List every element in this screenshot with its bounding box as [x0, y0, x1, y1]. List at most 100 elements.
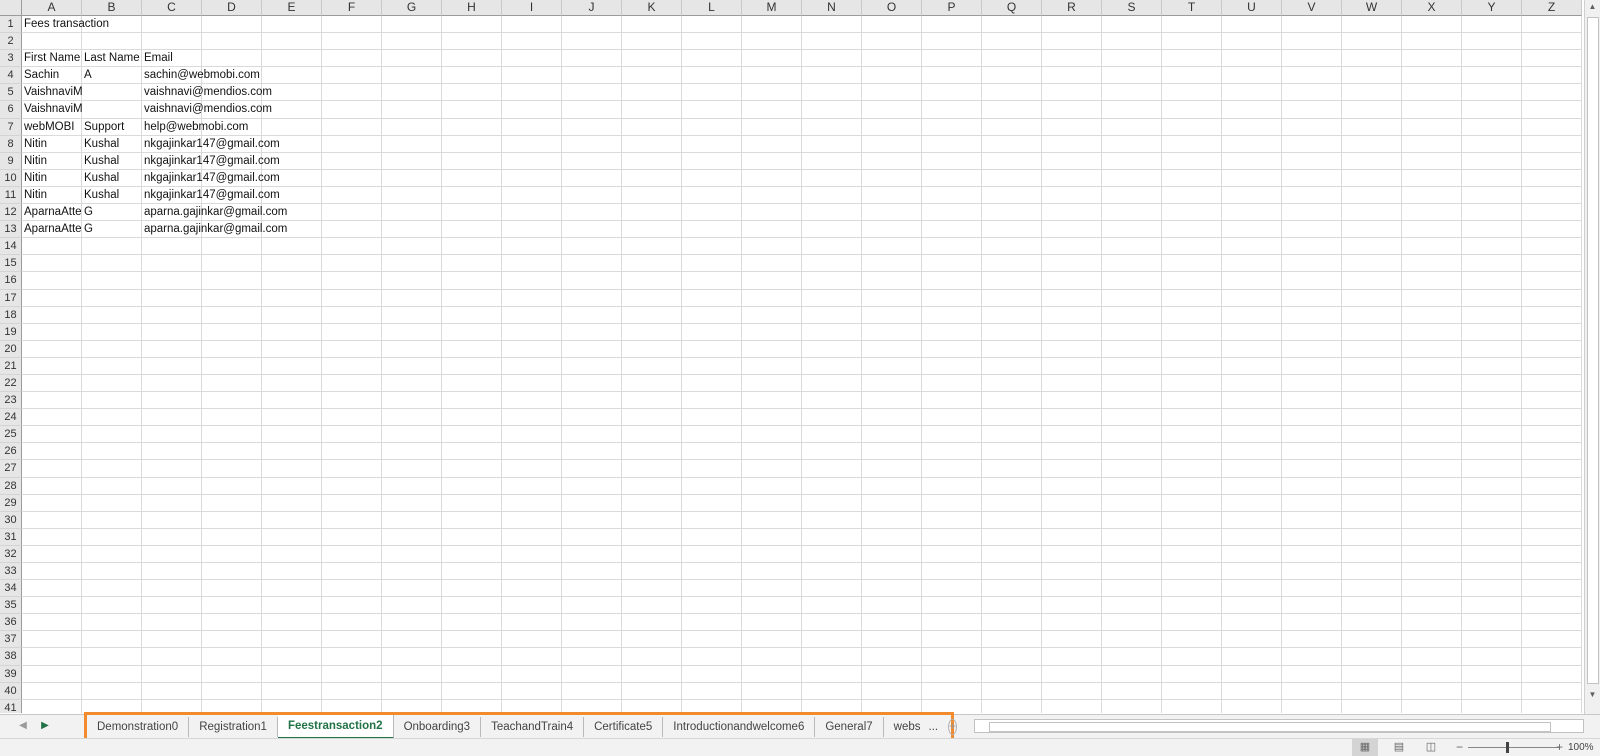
cell-z33[interactable]: [1522, 563, 1582, 581]
cell-f40[interactable]: [322, 682, 382, 700]
cell-f34[interactable]: [322, 580, 382, 598]
cell-a18[interactable]: [22, 306, 82, 324]
cell-q29[interactable]: [982, 494, 1042, 512]
cell-h10[interactable]: [442, 169, 502, 187]
cell-a2[interactable]: [22, 33, 82, 51]
cell-k31[interactable]: [622, 528, 682, 546]
cell-v25[interactable]: [1282, 426, 1342, 444]
cell-m11[interactable]: [742, 186, 802, 205]
cell-a1[interactable]: Fees transaction: [22, 16, 109, 34]
cell-n9[interactable]: [802, 152, 862, 170]
cell-j21[interactable]: [562, 357, 622, 375]
cell-l29[interactable]: [682, 494, 742, 512]
cell-i24[interactable]: [502, 409, 562, 427]
cell-a26[interactable]: [22, 443, 82, 461]
column-header-k[interactable]: K: [622, 0, 682, 16]
cell-s41[interactable]: [1102, 699, 1162, 713]
cell-g25[interactable]: [382, 426, 442, 444]
cell-x5[interactable]: [1402, 84, 1462, 102]
cell-w41[interactable]: [1342, 699, 1402, 713]
cell-r40[interactable]: [1042, 682, 1102, 700]
cell-d20[interactable]: [202, 340, 262, 358]
cell-p12[interactable]: [922, 204, 982, 222]
cell-o30[interactable]: [862, 511, 922, 529]
cell-d34[interactable]: [202, 580, 262, 598]
cell-k16[interactable]: [622, 272, 682, 290]
cell-d18[interactable]: [202, 306, 262, 324]
cell-n31[interactable]: [802, 528, 862, 546]
cell-r16[interactable]: [1042, 272, 1102, 290]
row-header-35[interactable]: 35: [0, 597, 22, 615]
cell-m3[interactable]: [742, 50, 802, 68]
cell-g37[interactable]: [382, 631, 442, 649]
cell-f36[interactable]: [322, 614, 382, 632]
cell-p19[interactable]: [922, 323, 982, 341]
cell-k1[interactable]: [622, 16, 682, 34]
cell-w29[interactable]: [1342, 494, 1402, 512]
cell-f32[interactable]: [322, 545, 382, 563]
cell-x29[interactable]: [1402, 494, 1462, 512]
cell-g35[interactable]: [382, 597, 442, 615]
cell-p11[interactable]: [922, 186, 982, 205]
cell-r2[interactable]: [1042, 33, 1102, 51]
cell-j26[interactable]: [562, 443, 622, 461]
cell-s24[interactable]: [1102, 409, 1162, 427]
cell-t24[interactable]: [1162, 409, 1222, 427]
cell-k26[interactable]: [622, 443, 682, 461]
cell-k39[interactable]: [622, 665, 682, 683]
cell-d26[interactable]: [202, 443, 262, 461]
cell-d17[interactable]: [202, 289, 262, 307]
cell-f35[interactable]: [322, 597, 382, 615]
cell-f38[interactable]: [322, 648, 382, 666]
cell-m2[interactable]: [742, 33, 802, 51]
cell-k11[interactable]: [622, 186, 682, 205]
cell-f9[interactable]: [322, 152, 382, 170]
cell-t14[interactable]: [1162, 238, 1222, 256]
cell-h27[interactable]: [442, 460, 502, 478]
cell-y29[interactable]: [1462, 494, 1522, 512]
cell-r9[interactable]: [1042, 152, 1102, 170]
cell-e3[interactable]: [262, 50, 322, 68]
cell-p18[interactable]: [922, 306, 982, 324]
column-header-f[interactable]: F: [322, 0, 382, 16]
cell-n1[interactable]: [802, 16, 862, 34]
cell-x3[interactable]: [1402, 50, 1462, 68]
zoom-out-icon[interactable]: −: [1456, 739, 1463, 756]
cell-r39[interactable]: [1042, 665, 1102, 683]
cell-y10[interactable]: [1462, 169, 1522, 187]
cell-h14[interactable]: [442, 238, 502, 256]
cell-v4[interactable]: [1282, 67, 1342, 85]
cell-r21[interactable]: [1042, 357, 1102, 375]
cell-y3[interactable]: [1462, 50, 1522, 68]
cell-z32[interactable]: [1522, 545, 1582, 563]
cell-z6[interactable]: [1522, 101, 1582, 119]
cell-b5[interactable]: [82, 84, 142, 102]
cell-b28[interactable]: [82, 477, 142, 495]
cell-n14[interactable]: [802, 238, 862, 256]
zoom-slider[interactable]: [1468, 747, 1560, 748]
cell-q4[interactable]: [982, 67, 1042, 85]
cell-l27[interactable]: [682, 460, 742, 478]
row-header-26[interactable]: 26: [0, 443, 22, 461]
cell-c38[interactable]: [142, 648, 202, 666]
cell-u26[interactable]: [1222, 443, 1282, 461]
cell-d40[interactable]: [202, 682, 262, 700]
cell-y9[interactable]: [1462, 152, 1522, 170]
cell-u8[interactable]: [1222, 135, 1282, 153]
cell-x25[interactable]: [1402, 426, 1462, 444]
cell-g14[interactable]: [382, 238, 442, 256]
cell-c6[interactable]: vaishnavi@mendios.com: [142, 101, 272, 119]
row-header-6[interactable]: 6: [0, 101, 22, 119]
cell-t18[interactable]: [1162, 306, 1222, 324]
cell-f26[interactable]: [322, 443, 382, 461]
cell-h24[interactable]: [442, 409, 502, 427]
row-header-22[interactable]: 22: [0, 374, 22, 393]
cell-x16[interactable]: [1402, 272, 1462, 290]
cell-i8[interactable]: [502, 135, 562, 153]
cell-r5[interactable]: [1042, 84, 1102, 102]
cell-y20[interactable]: [1462, 340, 1522, 358]
cell-l35[interactable]: [682, 597, 742, 615]
cell-g27[interactable]: [382, 460, 442, 478]
cell-s13[interactable]: [1102, 221, 1162, 239]
cell-l1[interactable]: [682, 16, 742, 34]
